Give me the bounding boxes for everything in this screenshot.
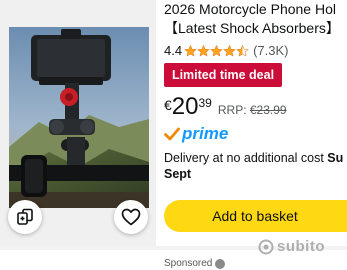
product-info: 2026 Motorcycle Phone Hol 【Latest Shock … xyxy=(164,0,347,246)
product-title[interactable]: 2026 Motorcycle Phone Hol 【Latest Shock … xyxy=(164,0,347,38)
add-to-basket-button[interactable]: Add to basket xyxy=(164,200,347,232)
review-count[interactable]: (7.3K) xyxy=(253,43,288,58)
product-card[interactable]: 2026 Motorcycle Phone Hol 【Latest Shock … xyxy=(0,0,347,252)
prime-badge: prime xyxy=(164,124,228,144)
prime-check-icon xyxy=(164,127,180,141)
price-whole: 20 xyxy=(171,93,199,120)
subito-logo-icon xyxy=(258,239,274,254)
heart-icon xyxy=(121,208,141,226)
sponsored-text: Sponsored xyxy=(164,258,213,269)
star-icon xyxy=(184,44,197,57)
prime-label: prime xyxy=(182,124,229,143)
price-fraction: 39 xyxy=(198,96,212,110)
info-icon[interactable] xyxy=(215,258,226,269)
rrp: RRP: €23.99 xyxy=(218,103,287,117)
rrp-price: €23.99 xyxy=(249,103,287,117)
product-image[interactable] xyxy=(9,27,149,208)
rating-row[interactable]: 4.4 (7.3K) xyxy=(164,43,288,58)
delivery-date-month: Sept xyxy=(164,167,192,181)
rrp-label: RRP: xyxy=(217,103,247,117)
price-currency: € xyxy=(164,97,172,113)
product-title-line2[interactable]: 【Latest Shock Absorbers】 xyxy=(164,19,347,38)
compare-button[interactable] xyxy=(8,200,42,234)
watermark: subito xyxy=(258,238,325,255)
product-title-line1[interactable]: 2026 Motorcycle Phone Hol xyxy=(164,0,347,19)
star-icon xyxy=(210,44,223,57)
star-rating xyxy=(184,44,249,57)
rating-value: 4.4 xyxy=(164,43,183,58)
product-image-panel[interactable] xyxy=(0,0,156,246)
price-block: € 20 39 RRP: €23.99 xyxy=(164,94,287,120)
sponsored-label[interactable]: Sponsored xyxy=(164,258,226,269)
delivery-info: Delivery at no additional cost Su Sept xyxy=(164,150,347,182)
deal-badge: Limited time deal xyxy=(164,63,282,87)
delivery-text: Delivery at no additional cost xyxy=(164,151,324,165)
wishlist-button[interactable] xyxy=(114,200,148,234)
half-star-icon xyxy=(236,44,249,57)
star-icon xyxy=(197,44,210,57)
watermark-text: subito xyxy=(277,238,325,255)
compare-icon xyxy=(17,208,33,225)
star-icon xyxy=(223,44,236,57)
delivery-date-start: Su xyxy=(327,151,344,165)
